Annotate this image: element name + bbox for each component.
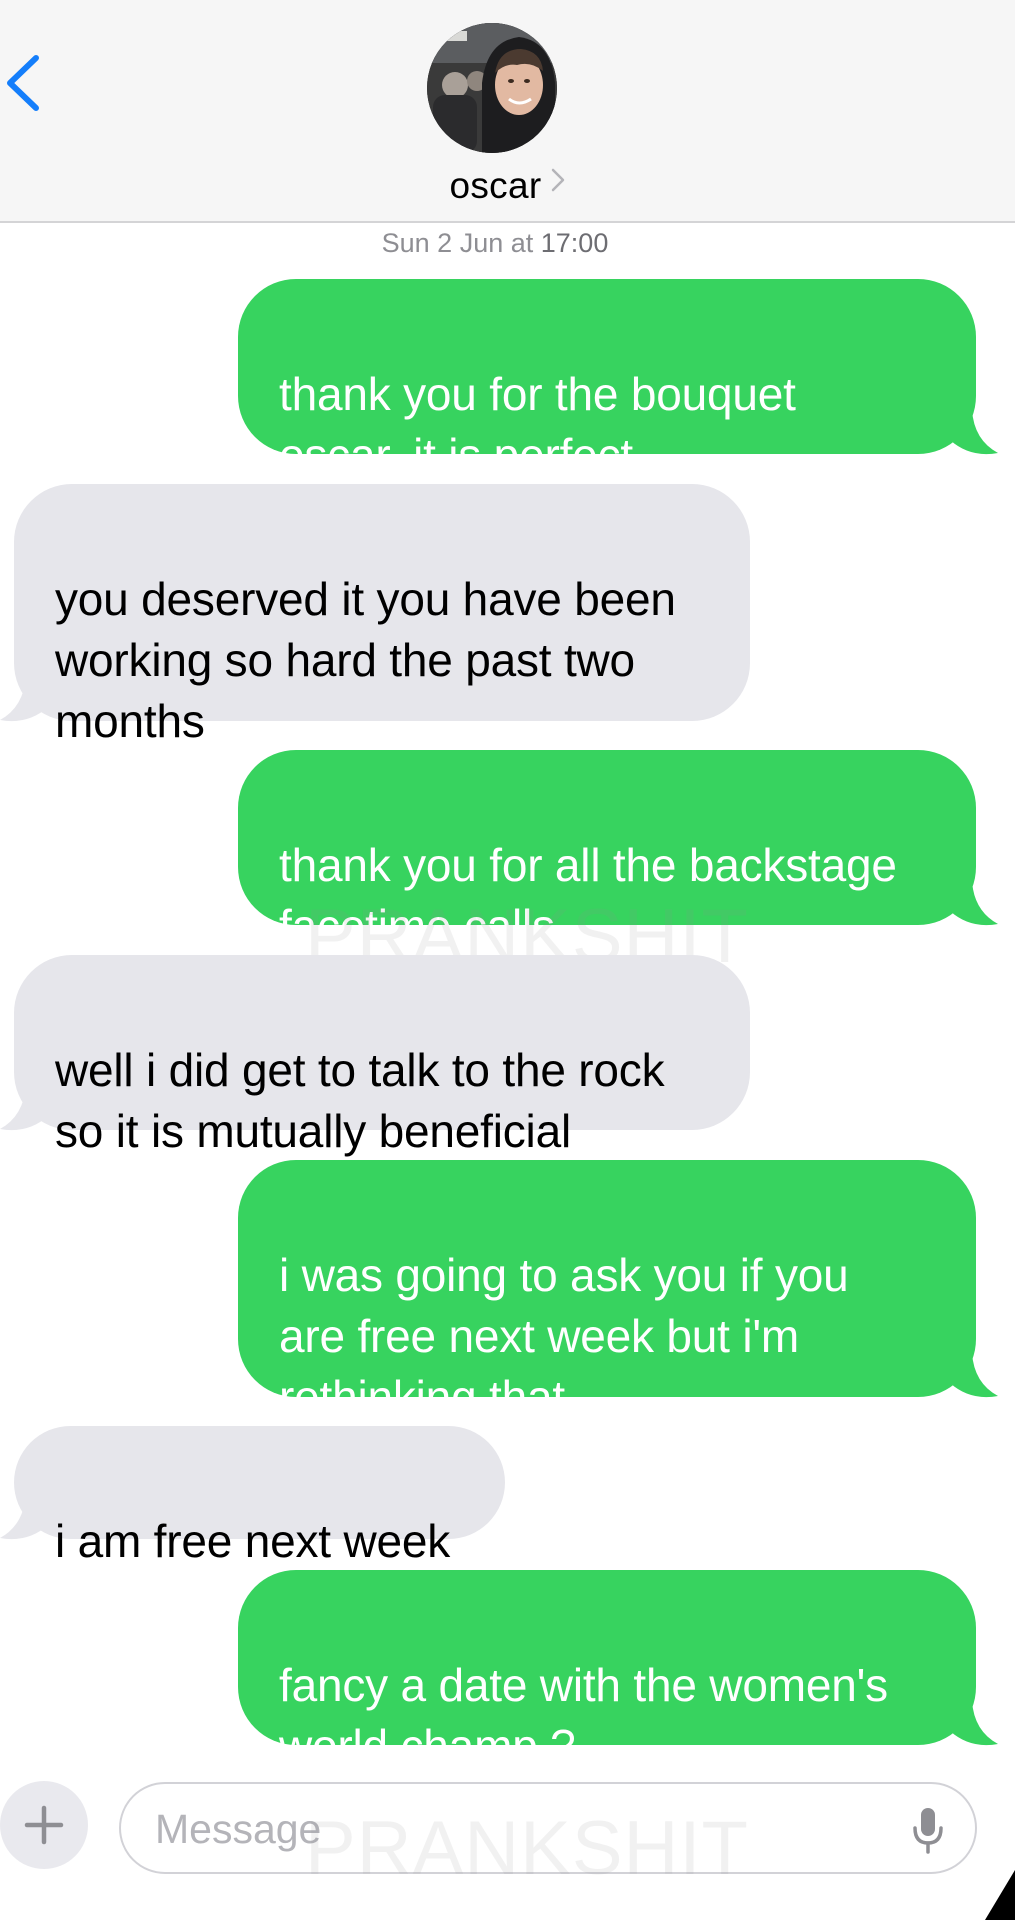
bubble-tail bbox=[950, 1353, 998, 1398]
received-message-bubble[interactable]: you deserved it you have been working so… bbox=[14, 484, 750, 747]
contact-name-button[interactable]: oscar bbox=[0, 165, 1015, 207]
bubble-tail bbox=[950, 881, 998, 926]
conversation-header: oscar bbox=[0, 0, 1015, 223]
message-text: i was going to ask you if you are free n… bbox=[279, 1249, 849, 1423]
chevron-right-icon bbox=[551, 168, 565, 197]
contact-avatar[interactable] bbox=[427, 23, 557, 153]
message-text: thank you for all the backstage facetime… bbox=[279, 839, 897, 952]
received-message-bubble[interactable]: i am free next week bbox=[14, 1426, 505, 1567]
sent-message-bubble[interactable]: thank you for all the backstage facetime… bbox=[238, 750, 976, 952]
message-placeholder: Message bbox=[155, 1806, 322, 1852]
message-text: well i did get to talk to the rock so it… bbox=[55, 1044, 665, 1157]
sent-message-bubble[interactable]: fancy a date with the women's world cham… bbox=[238, 1570, 976, 1772]
received-message-bubble[interactable]: well i did get to talk to the rock so it… bbox=[14, 955, 750, 1157]
bubble-tail bbox=[0, 1084, 48, 1131]
microphone-icon[interactable] bbox=[911, 1806, 945, 1854]
chevron-left-icon bbox=[7, 55, 39, 111]
timestamp-time: 17:00 bbox=[540, 228, 609, 258]
bubble-tail bbox=[950, 410, 998, 455]
message-text: thank you for the bouquet oscar, it is p… bbox=[279, 368, 796, 481]
bubble-tail bbox=[0, 1493, 48, 1540]
add-attachment-button[interactable] bbox=[0, 1781, 88, 1869]
bubble-tail bbox=[950, 1701, 998, 1746]
contact-name: oscar bbox=[449, 165, 542, 206]
screen-corner bbox=[985, 1870, 1015, 1920]
message-timestamp: Sun 2 Jun at 17:00 bbox=[0, 228, 990, 259]
sent-message-bubble[interactable]: i was going to ask you if you are free n… bbox=[238, 1160, 976, 1423]
sent-message-bubble[interactable]: thank you for the bouquet oscar, it is p… bbox=[238, 279, 976, 481]
message-text: fancy a date with the women's world cham… bbox=[279, 1659, 888, 1772]
avatar-photo bbox=[427, 23, 557, 153]
message-input[interactable]: Message bbox=[119, 1782, 977, 1874]
back-button[interactable] bbox=[2, 48, 52, 118]
plus-icon bbox=[24, 1805, 64, 1845]
timestamp-day: Sun 2 Jun at bbox=[381, 228, 541, 258]
message-text: i am free next week bbox=[55, 1515, 451, 1567]
message-text: you deserved it you have been working so… bbox=[55, 573, 676, 747]
bubble-tail bbox=[0, 675, 48, 722]
